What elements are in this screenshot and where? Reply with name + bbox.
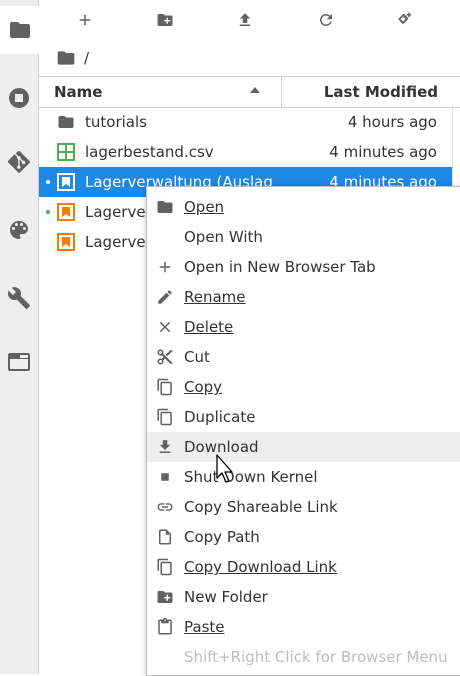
git-clone-icon xyxy=(398,12,412,24)
stop-icon xyxy=(161,473,169,481)
palette-icon xyxy=(10,221,28,239)
menu-item-label: Copy Shareable Link xyxy=(184,498,338,516)
plus-icon xyxy=(79,14,91,26)
menu-item-label: Duplicate xyxy=(184,408,256,426)
tabs-tab[interactable] xyxy=(0,338,38,386)
file-list-header: Name Last Modified xyxy=(39,76,460,108)
menu-item-label: Copy Path xyxy=(184,528,260,546)
menu-item-label: Paste xyxy=(184,618,225,636)
property-inspector-tab[interactable] xyxy=(0,206,38,254)
folder-icon xyxy=(9,22,30,38)
context-menu: Open Open With Open in New Browser Tab R… xyxy=(146,186,460,676)
upload-icon xyxy=(239,13,251,26)
menu-item-new-folder[interactable]: New Folder xyxy=(147,582,460,612)
git-icon xyxy=(7,150,31,173)
breadcrumb-path[interactable]: / xyxy=(84,49,89,67)
window-icon xyxy=(8,353,30,371)
menu-item-label: Copy xyxy=(184,378,223,396)
running-indicator xyxy=(46,210,50,214)
menu-item-label: Shift+Right Click for Browser Menu xyxy=(184,648,448,666)
menu-item-open-new-tab[interactable]: Open in New Browser Tab xyxy=(147,252,460,282)
new-launcher-button[interactable] xyxy=(72,8,98,32)
new-folder-button[interactable] xyxy=(152,8,178,32)
new-folder-icon xyxy=(157,591,173,603)
breadcrumb: / xyxy=(56,46,89,70)
activity-bar xyxy=(0,0,39,674)
file-name: tutorials xyxy=(85,113,147,131)
menu-item-copy[interactable]: Copy xyxy=(147,372,460,402)
close-icon xyxy=(159,321,171,333)
copy-icon xyxy=(157,378,172,396)
name-column-header[interactable]: Name xyxy=(54,83,102,101)
menu-item-label: Shut Down Kernel xyxy=(184,468,318,486)
clipboard-icon xyxy=(158,618,172,635)
stop-circle-icon xyxy=(9,88,29,108)
menu-item-label: Open in New Browser Tab xyxy=(184,258,376,276)
download-icon xyxy=(159,440,171,453)
file-icon xyxy=(159,529,171,545)
running-indicator xyxy=(46,180,50,184)
git-clone-button[interactable] xyxy=(393,8,419,32)
copy-icon xyxy=(157,558,172,576)
file-name: lagerbestand.csv xyxy=(85,143,214,161)
file-browser-toolbar xyxy=(39,0,460,40)
git-tab[interactable] xyxy=(0,138,38,186)
refresh-icon xyxy=(319,13,332,26)
folder-icon xyxy=(157,201,173,213)
folder-icon[interactable] xyxy=(56,48,76,68)
plus-icon xyxy=(159,261,171,273)
scissors-icon xyxy=(157,349,173,365)
menu-item-shutdown-kernel[interactable]: Shut Down Kernel xyxy=(147,462,460,492)
menu-item-rename[interactable]: Rename xyxy=(147,282,460,312)
file-modified: 4 minutes ago xyxy=(329,143,437,161)
menu-item-label: New Folder xyxy=(184,588,268,606)
running-sessions-tab[interactable] xyxy=(0,74,38,122)
file-browser-tab[interactable] xyxy=(0,6,39,54)
file-row-tutorials[interactable]: tutorials 4 hours ago xyxy=(39,107,452,137)
menu-item-label: Open xyxy=(184,198,225,216)
pencil-icon xyxy=(158,290,172,304)
menu-item-browser-menu-hint: Shift+Right Click for Browser Menu xyxy=(147,642,460,672)
notebook-icon xyxy=(57,173,75,191)
csv-spreadsheet-icon xyxy=(57,143,75,161)
last-modified-column-header[interactable]: Last Modified xyxy=(324,83,438,101)
menu-item-open[interactable]: Open xyxy=(147,192,460,222)
extension-manager-tab[interactable] xyxy=(0,274,38,322)
refresh-button[interactable] xyxy=(313,8,339,32)
wrench-icon xyxy=(7,287,30,309)
notebook-icon xyxy=(57,233,75,251)
mouse-cursor-icon xyxy=(216,454,233,483)
file-modified: 4 hours ago xyxy=(347,113,437,131)
menu-item-copy-path[interactable]: Copy Path xyxy=(147,522,460,552)
menu-item-copy-download-link[interactable]: Copy Download Link xyxy=(147,552,460,582)
link-icon xyxy=(157,503,173,511)
menu-item-label: Rename xyxy=(184,288,246,306)
new-folder-icon xyxy=(157,14,173,26)
sort-ascending-icon[interactable] xyxy=(250,87,260,93)
menu-item-download[interactable]: Download xyxy=(147,432,460,462)
menu-item-paste[interactable]: Paste xyxy=(147,612,460,642)
file-row-lagerbestand[interactable]: lagerbestand.csv 4 minutes ago xyxy=(39,137,452,167)
panel-divider xyxy=(452,106,453,186)
file-name: Lagerver xyxy=(85,233,152,251)
menu-item-open-with[interactable]: Open With xyxy=(147,222,460,252)
menu-item-cut[interactable]: Cut xyxy=(147,342,460,372)
file-name: Lagerver xyxy=(85,203,152,221)
menu-item-label: Cut xyxy=(184,348,210,366)
upload-button[interactable] xyxy=(232,8,258,32)
menu-item-label: Copy Download Link xyxy=(184,558,337,576)
menu-item-label: Open With xyxy=(184,228,263,246)
notebook-icon xyxy=(57,203,75,221)
folder-icon xyxy=(58,116,74,128)
menu-item-label: Delete xyxy=(184,318,234,336)
menu-item-copy-shareable-link[interactable]: Copy Shareable Link xyxy=(147,492,460,522)
menu-item-delete[interactable]: Delete xyxy=(147,312,460,342)
duplicate-icon xyxy=(157,408,172,426)
column-divider[interactable] xyxy=(281,77,282,107)
menu-item-duplicate[interactable]: Duplicate xyxy=(147,402,460,432)
